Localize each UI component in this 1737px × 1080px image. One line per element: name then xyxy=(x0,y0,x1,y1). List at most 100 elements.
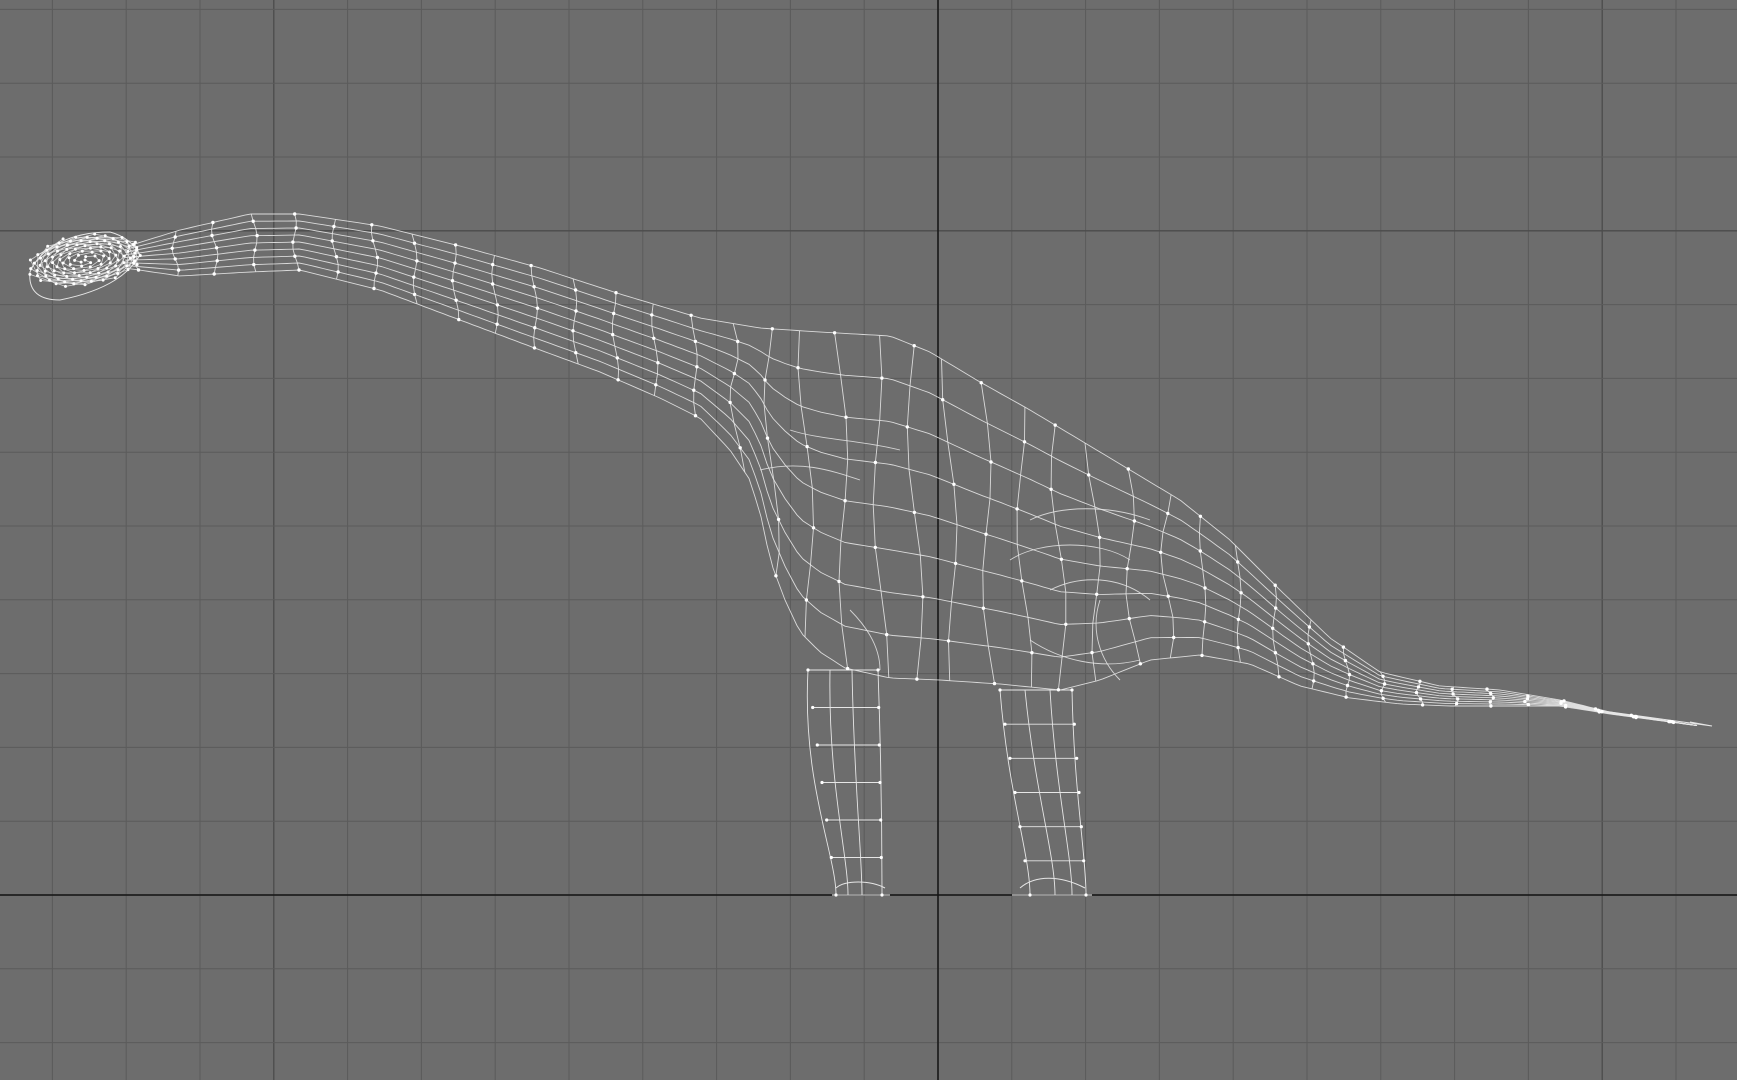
head-vertex xyxy=(99,262,103,266)
leg-vertex xyxy=(820,780,824,785)
mesh-vertex xyxy=(738,446,742,450)
leg-vertex xyxy=(880,893,884,897)
mesh-vertex xyxy=(1667,719,1671,724)
head-vertex xyxy=(69,239,72,243)
head-vertex xyxy=(122,254,126,258)
mesh-vertex xyxy=(1271,626,1275,630)
mesh-vertex xyxy=(1597,710,1602,714)
head-vertex xyxy=(32,261,36,265)
head-vertex xyxy=(102,254,106,258)
leg-vertex xyxy=(998,688,1002,692)
leg-vertex xyxy=(1070,688,1074,692)
head-vertex xyxy=(90,250,94,254)
viewport-panel[interactable] xyxy=(0,0,1737,1080)
head-vertex xyxy=(74,235,78,239)
leg-vertex xyxy=(811,705,815,710)
mesh-vertex xyxy=(1030,651,1034,655)
mesh-vertex xyxy=(763,378,767,382)
head-vertex xyxy=(55,245,59,249)
head-vertex xyxy=(73,271,76,275)
mesh-vertex xyxy=(837,579,841,584)
mesh-vertex xyxy=(981,606,986,610)
head-vertex xyxy=(89,279,93,283)
head-vertex xyxy=(83,258,87,262)
head-vertex xyxy=(103,234,107,238)
mesh-vertex xyxy=(1166,511,1170,516)
head-vertex xyxy=(44,274,48,278)
mesh-vertex xyxy=(336,270,340,274)
mesh-vertex xyxy=(1311,662,1315,666)
mesh-vertex xyxy=(251,219,255,223)
mesh-vertex xyxy=(454,298,458,302)
head-vertex xyxy=(138,254,142,257)
mesh-vertex xyxy=(1056,688,1061,692)
mesh-vertex xyxy=(732,371,737,376)
mesh-vertex xyxy=(173,257,177,261)
head-vertex xyxy=(108,250,111,254)
head-vertex xyxy=(119,245,122,248)
mesh-vertex xyxy=(885,632,889,637)
mesh-vertex xyxy=(1526,702,1531,707)
mesh-vertex xyxy=(173,235,177,239)
head-vertex xyxy=(52,269,56,273)
mesh-vertex xyxy=(574,309,578,313)
leg-vertex xyxy=(1084,893,1088,897)
mesh-vertex xyxy=(1015,507,1019,511)
viewport-canvas[interactable] xyxy=(0,0,1737,1080)
mesh-vertex xyxy=(330,239,334,243)
head-vertex xyxy=(71,277,75,281)
mesh-vertex xyxy=(989,460,993,464)
mesh-vertex xyxy=(412,292,417,297)
mesh-vertex xyxy=(1345,683,1350,688)
head-vertex xyxy=(46,244,50,248)
leg-vertex xyxy=(1077,790,1081,795)
mesh-vertex xyxy=(334,255,339,259)
leg-vertex xyxy=(877,705,881,710)
head-vertex xyxy=(51,255,54,259)
viewport-background xyxy=(0,0,1737,1080)
mesh-vertex xyxy=(176,268,181,272)
mesh-vertex xyxy=(1097,535,1102,540)
head-vertex xyxy=(61,237,65,241)
head-vertex xyxy=(68,263,72,266)
head-vertex xyxy=(88,265,92,269)
head-vertex xyxy=(94,275,98,279)
head-vertex xyxy=(133,259,137,263)
head-vertex xyxy=(58,258,62,261)
mesh-vertex xyxy=(1485,687,1489,691)
head-vertex xyxy=(133,251,137,255)
mesh-vertex xyxy=(291,240,295,244)
mesh-vertex xyxy=(535,306,540,310)
mesh-vertex xyxy=(1236,560,1240,564)
mesh-vertex xyxy=(1159,550,1163,554)
mesh-vertex xyxy=(491,282,495,286)
mesh-vertex xyxy=(693,414,698,418)
mesh-vertex xyxy=(921,595,925,599)
mesh-vertex xyxy=(1274,606,1278,610)
mesh-vertex xyxy=(370,223,374,227)
mesh-vertex xyxy=(873,545,877,550)
mesh-vertex xyxy=(689,313,693,317)
mesh-vertex xyxy=(1344,695,1348,699)
mesh-vertex xyxy=(845,666,850,671)
mesh-vertex xyxy=(1203,620,1207,624)
mesh-vertex xyxy=(1341,645,1346,649)
mesh-vertex xyxy=(736,339,740,344)
head-vertex xyxy=(84,255,88,259)
head-vertex xyxy=(125,264,129,268)
mesh-vertex xyxy=(770,327,774,331)
mesh-vertex xyxy=(293,254,297,258)
mesh-vertex xyxy=(215,259,219,263)
mesh-vertex xyxy=(693,339,698,344)
mesh-vertex xyxy=(1198,514,1203,518)
head-vertex xyxy=(29,267,33,271)
head-vertex xyxy=(114,253,118,257)
head-vertex xyxy=(126,249,130,253)
head-vertex xyxy=(114,264,118,268)
head-vertex xyxy=(46,265,49,269)
mesh-vertex xyxy=(805,444,809,449)
head-vertex xyxy=(85,235,89,239)
head-vertex xyxy=(125,240,129,244)
mesh-vertex xyxy=(1166,594,1170,598)
mesh-vertex xyxy=(1418,697,1423,701)
